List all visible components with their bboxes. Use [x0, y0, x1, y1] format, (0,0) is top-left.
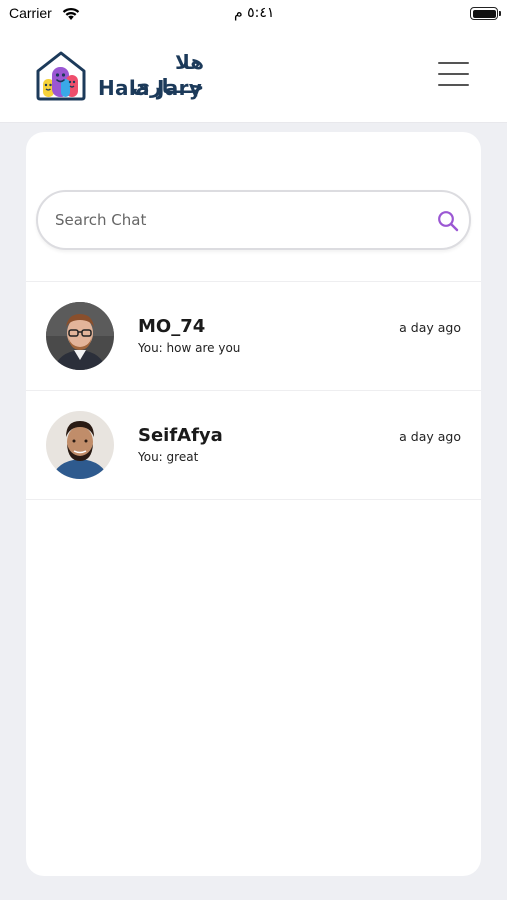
battery-icon	[470, 7, 501, 20]
wifi-icon	[62, 7, 80, 20]
carrier-label: Carrier	[9, 5, 52, 21]
chat-list-card: MO_74 You: how are you a day ago SeifAfy…	[26, 132, 481, 876]
hamburger-icon-bar-3	[438, 84, 469, 87]
brand-name-latin: Hala Jary	[98, 76, 203, 100]
brand-logo[interactable]: هلا جـــارى Hala Jary	[34, 49, 204, 103]
hamburger-icon-bar-1	[438, 62, 469, 65]
status-bar: Carrier ٥:٤١ م	[0, 0, 507, 30]
chat-name: SeifAfya	[138, 425, 223, 446]
app-header: هلا جـــارى Hala Jary	[0, 30, 507, 123]
search-icon[interactable]	[437, 210, 459, 232]
search-bar[interactable]	[36, 190, 471, 250]
chat-list-item[interactable]: SeifAfya You: great a day ago	[26, 391, 481, 499]
search-input[interactable]	[55, 209, 415, 231]
logo-house-icon	[36, 51, 86, 101]
chat-last-message: You: how are you	[138, 341, 241, 355]
chat-timestamp: a day ago	[399, 429, 461, 444]
chat-last-message: You: great	[138, 450, 199, 464]
chat-timestamp: a day ago	[399, 320, 461, 335]
status-time: ٥:٤١ م	[234, 5, 275, 21]
chat-list-item[interactable]: MO_74 You: how are you a day ago	[26, 282, 481, 390]
hamburger-icon-bar-2	[438, 73, 469, 76]
avatar	[46, 411, 114, 479]
avatar	[46, 302, 114, 370]
divider	[26, 499, 481, 500]
chat-name: MO_74	[138, 316, 206, 337]
menu-button[interactable]	[438, 62, 470, 88]
